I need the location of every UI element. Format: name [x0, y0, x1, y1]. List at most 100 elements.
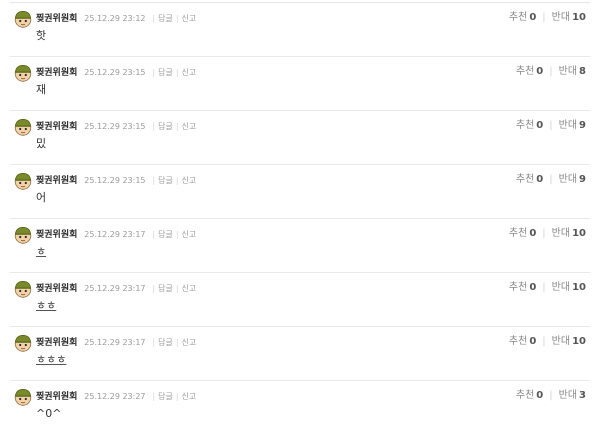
downvote-label: 반대 — [551, 336, 571, 347]
upvote-button[interactable]: 추천 0 — [516, 120, 543, 131]
reply-link[interactable]: 답글 — [158, 230, 173, 239]
report-link[interactable]: 신고 — [182, 338, 197, 347]
upvote-count: 0 — [529, 228, 537, 239]
separator: | — [152, 68, 156, 77]
upvote-label: 추천 — [508, 12, 528, 23]
comment-date: 25.12.29 23:17 — [84, 338, 146, 347]
avatar-icon[interactable] — [14, 226, 32, 244]
author-name[interactable]: 찢권위원회 — [36, 284, 77, 294]
comment-meta: 찢권위원회 25.12.29 23:27 | 답글 | 신고 — [36, 390, 196, 404]
upvote-count: 0 — [536, 174, 544, 185]
author-name[interactable]: 찢권위원회 — [36, 230, 77, 240]
separator: | — [549, 174, 553, 185]
avatar-icon[interactable] — [14, 10, 32, 28]
separator: | — [175, 392, 179, 401]
separator: | — [152, 122, 156, 131]
avatar-icon[interactable] — [14, 334, 32, 352]
author-name[interactable]: 찢권위원회 — [36, 176, 77, 186]
separator: | — [542, 228, 546, 239]
separator: | — [175, 338, 179, 347]
reply-link[interactable]: 답글 — [158, 284, 173, 293]
separator: | — [152, 14, 156, 23]
report-link[interactable]: 신고 — [182, 392, 197, 401]
avatar-icon[interactable] — [14, 64, 32, 82]
upvote-button[interactable]: 추천 0 — [509, 228, 536, 239]
report-link[interactable]: 신고 — [182, 230, 197, 239]
reply-link[interactable]: 답글 — [158, 392, 173, 401]
upvote-button[interactable]: 추천 0 — [516, 174, 543, 185]
report-link[interactable]: 신고 — [182, 68, 197, 77]
avatar-icon[interactable] — [14, 280, 32, 298]
separator: | — [542, 282, 546, 293]
downvote-button[interactable]: 반대 9 — [559, 120, 586, 131]
upvote-count: 0 — [536, 390, 544, 401]
avatar-icon[interactable] — [14, 172, 32, 190]
downvote-count: 10 — [572, 228, 586, 239]
reply-link[interactable]: 답글 — [158, 122, 173, 131]
downvote-count: 8 — [579, 66, 586, 77]
upvote-button[interactable]: 추천 0 — [509, 12, 536, 23]
downvote-count: 9 — [579, 120, 586, 131]
comment-meta: 찢권위원회 25.12.29 23:15 | 답글 | 신고 — [36, 174, 196, 188]
comment-date: 25.12.29 23:12 — [84, 14, 146, 23]
comment-text: ㅎㅎㅎ — [36, 353, 67, 366]
upvote-button[interactable]: 추천 0 — [516, 390, 543, 401]
downvote-button[interactable]: 반대 8 — [559, 66, 586, 77]
downvote-count: 10 — [572, 282, 586, 293]
comment-meta: 찢권위원회 25.12.29 23:15 | 답글 | 신고 — [36, 66, 196, 80]
separator: | — [549, 390, 553, 401]
avatar-icon[interactable] — [14, 388, 32, 406]
downvote-label: 반대 — [551, 282, 571, 293]
upvote-count: 0 — [536, 66, 544, 77]
separator: | — [175, 122, 179, 131]
downvote-button[interactable]: 반대 10 — [552, 228, 586, 239]
comment-text: ㅎㅎ — [36, 299, 57, 312]
author-name[interactable]: 찢권위원회 — [36, 122, 77, 132]
vote-area: 추천 0 | 반대 10 — [509, 281, 586, 295]
upvote-label: 추천 — [515, 174, 535, 185]
report-link[interactable]: 신고 — [182, 14, 197, 23]
downvote-button[interactable]: 반대 9 — [559, 174, 586, 185]
separator: | — [175, 284, 179, 293]
avatar-icon[interactable] — [14, 118, 32, 136]
vote-area: 추천 0 | 반대 10 — [509, 335, 586, 349]
author-name[interactable]: 찢권위원회 — [36, 68, 77, 78]
report-link[interactable]: 신고 — [182, 176, 197, 185]
report-link[interactable]: 신고 — [182, 284, 197, 293]
reply-link[interactable]: 답글 — [158, 338, 173, 347]
downvote-button[interactable]: 반대 10 — [552, 12, 586, 23]
downvote-count: 10 — [572, 12, 586, 23]
author-name[interactable]: 찢권위원회 — [36, 392, 77, 402]
separator: | — [549, 66, 553, 77]
comment-date: 25.12.29 23:17 — [84, 230, 146, 239]
downvote-button[interactable]: 반대 10 — [552, 282, 586, 293]
reply-link[interactable]: 답글 — [158, 14, 173, 23]
comment-item: 찢권위원회 25.12.29 23:27 | 답글 | 신고 ^0^ 추천 0 | 반대 3 — [10, 381, 590, 428]
comment-item: 찢권위원회 25.12.29 23:17 | 답글 | 신고 ㅎ 추천 0 | 반대 10 — [10, 219, 590, 273]
reply-link[interactable]: 답글 — [158, 176, 173, 185]
upvote-count: 0 — [536, 120, 544, 131]
separator: | — [152, 392, 156, 401]
downvote-button[interactable]: 반대 10 — [552, 336, 586, 347]
separator: | — [175, 230, 179, 239]
report-link[interactable]: 신고 — [182, 122, 197, 131]
upvote-label: 추천 — [515, 390, 535, 401]
upvote-button[interactable]: 추천 0 — [509, 282, 536, 293]
comment-text: ㅎ — [36, 245, 47, 258]
upvote-label: 추천 — [515, 120, 535, 131]
upvote-button[interactable]: 추천 0 — [509, 336, 536, 347]
downvote-label: 반대 — [551, 228, 571, 239]
comment-meta: 찢권위원회 25.12.29 23:17 | 답글 | 신고 — [36, 228, 196, 242]
reply-link[interactable]: 답글 — [158, 68, 173, 77]
downvote-button[interactable]: 반대 3 — [559, 390, 586, 401]
upvote-count: 0 — [529, 336, 537, 347]
separator: | — [152, 230, 156, 239]
separator: | — [549, 120, 553, 131]
author-name[interactable]: 찢권위원회 — [36, 14, 77, 24]
upvote-count: 0 — [529, 12, 537, 23]
upvote-button[interactable]: 추천 0 — [516, 66, 543, 77]
comment-text: 핫 — [36, 29, 47, 42]
downvote-label: 반대 — [558, 390, 578, 401]
author-name[interactable]: 찢권위원회 — [36, 338, 77, 348]
upvote-label: 추천 — [508, 336, 528, 347]
